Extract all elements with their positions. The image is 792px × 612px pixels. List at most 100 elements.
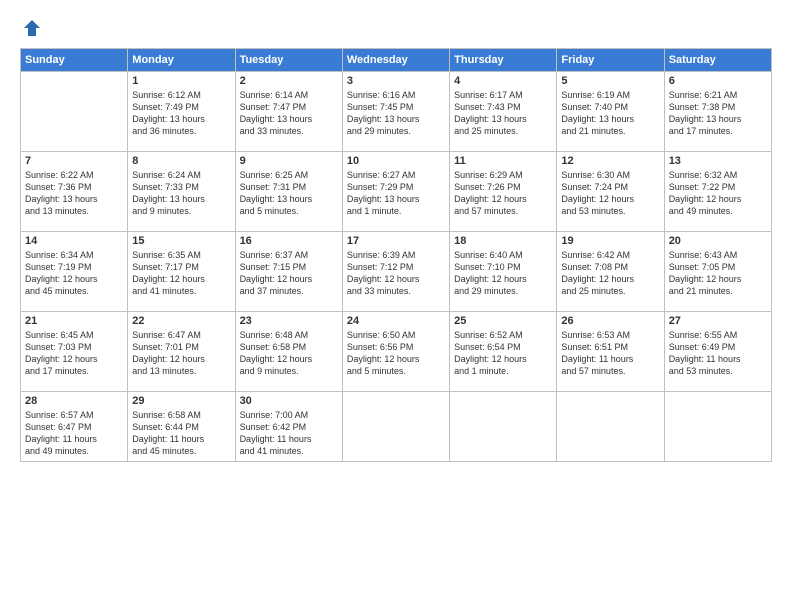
calendar-cell: 6 Sunrise: 6:21 AM Sunset: 7:38 PM Daylig… bbox=[664, 72, 771, 152]
calendar-cell: 30 Sunrise: 7:00 AM Sunset: 6:42 PM Dayli… bbox=[235, 392, 342, 462]
calendar-week-3: 14 Sunrise: 6:34 AM Sunset: 7:19 PM Dayli… bbox=[21, 232, 772, 312]
day-number: 13 bbox=[669, 155, 767, 167]
calendar-cell: 13 Sunrise: 6:32 AM Sunset: 7:22 PM Dayli… bbox=[664, 152, 771, 232]
calendar-week-4: 21 Sunrise: 6:45 AM Sunset: 7:03 PM Dayli… bbox=[21, 312, 772, 392]
day-info: Sunrise: 6:19 AM Sunset: 7:40 PM Dayligh… bbox=[561, 89, 659, 138]
day-info: Sunrise: 6:14 AM Sunset: 7:47 PM Dayligh… bbox=[240, 89, 338, 138]
day-number: 14 bbox=[25, 235, 123, 247]
calendar-cell: 3Sunrise: 6:16 AM Sunset: 7:45 PM Daylig… bbox=[342, 72, 449, 152]
day-number: 24 bbox=[347, 315, 445, 327]
calendar-week-2: 7 Sunrise: 6:22 AM Sunset: 7:36 PM Daylig… bbox=[21, 152, 772, 232]
calendar-header-monday: Monday bbox=[128, 49, 235, 72]
calendar-cell: 22 Sunrise: 6:47 AM Sunset: 7:01 PM Dayli… bbox=[128, 312, 235, 392]
calendar-cell: 14 Sunrise: 6:34 AM Sunset: 7:19 PM Dayli… bbox=[21, 232, 128, 312]
day-number: 19 bbox=[561, 235, 659, 247]
calendar-cell: 8 Sunrise: 6:24 AM Sunset: 7:33 PM Daylig… bbox=[128, 152, 235, 232]
day-info: Sunrise: 6:24 AM Sunset: 7:33 PM Dayligh… bbox=[132, 169, 230, 218]
day-info: Sunrise: 6:34 AM Sunset: 7:19 PM Dayligh… bbox=[25, 249, 123, 298]
calendar-header-row: SundayMondayTuesdayWednesdayThursdayFrid… bbox=[21, 49, 772, 72]
calendar-cell: 27 Sunrise: 6:55 AM Sunset: 6:49 PM Dayli… bbox=[664, 312, 771, 392]
calendar-cell: 11 Sunrise: 6:29 AM Sunset: 7:26 PM Dayli… bbox=[450, 152, 557, 232]
day-info: Sunrise: 6:53 AM Sunset: 6:51 PM Dayligh… bbox=[561, 329, 659, 378]
calendar-cell bbox=[342, 392, 449, 462]
calendar-cell: 7 Sunrise: 6:22 AM Sunset: 7:36 PM Daylig… bbox=[21, 152, 128, 232]
calendar-cell: 20 Sunrise: 6:43 AM Sunset: 7:05 PM Dayli… bbox=[664, 232, 771, 312]
day-number: 17 bbox=[347, 235, 445, 247]
day-number: 25 bbox=[454, 315, 552, 327]
day-number: 20 bbox=[669, 235, 767, 247]
day-number: 15 bbox=[132, 235, 230, 247]
day-info: Sunrise: 6:48 AM Sunset: 6:58 PM Dayligh… bbox=[240, 329, 338, 378]
day-info: Sunrise: 6:39 AM Sunset: 7:12 PM Dayligh… bbox=[347, 249, 445, 298]
day-number: 27 bbox=[669, 315, 767, 327]
day-info: Sunrise: 6:29 AM Sunset: 7:26 PM Dayligh… bbox=[454, 169, 552, 218]
day-info: Sunrise: 6:45 AM Sunset: 7:03 PM Dayligh… bbox=[25, 329, 123, 378]
calendar-header-tuesday: Tuesday bbox=[235, 49, 342, 72]
calendar-header-wednesday: Wednesday bbox=[342, 49, 449, 72]
logo bbox=[20, 18, 42, 38]
day-info: Sunrise: 6:17 AM Sunset: 7:43 PM Dayligh… bbox=[454, 89, 552, 138]
day-number: 8 bbox=[132, 155, 230, 167]
calendar-cell: 5 Sunrise: 6:19 AM Sunset: 7:40 PM Daylig… bbox=[557, 72, 664, 152]
day-number: 30 bbox=[240, 395, 338, 407]
calendar-header-friday: Friday bbox=[557, 49, 664, 72]
day-info: Sunrise: 6:52 AM Sunset: 6:54 PM Dayligh… bbox=[454, 329, 552, 378]
calendar-cell: 24 Sunrise: 6:50 AM Sunset: 6:56 PM Dayli… bbox=[342, 312, 449, 392]
day-info: Sunrise: 6:50 AM Sunset: 6:56 PM Dayligh… bbox=[347, 329, 445, 378]
day-info: Sunrise: 6:58 AM Sunset: 6:44 PM Dayligh… bbox=[132, 409, 230, 458]
day-info: Sunrise: 6:43 AM Sunset: 7:05 PM Dayligh… bbox=[669, 249, 767, 298]
calendar-cell: 18Sunrise: 6:40 AM Sunset: 7:10 PM Dayli… bbox=[450, 232, 557, 312]
calendar-cell: 28Sunrise: 6:57 AM Sunset: 6:47 PM Dayli… bbox=[21, 392, 128, 462]
day-info: Sunrise: 6:12 AM Sunset: 7:49 PM Dayligh… bbox=[132, 89, 230, 138]
day-info: Sunrise: 6:37 AM Sunset: 7:15 PM Dayligh… bbox=[240, 249, 338, 298]
calendar-week-1: 1 Sunrise: 6:12 AM Sunset: 7:49 PM Daylig… bbox=[21, 72, 772, 152]
day-number: 26 bbox=[561, 315, 659, 327]
calendar-cell: 4 Sunrise: 6:17 AM Sunset: 7:43 PM Daylig… bbox=[450, 72, 557, 152]
day-number: 22 bbox=[132, 315, 230, 327]
calendar-cell: 15 Sunrise: 6:35 AM Sunset: 7:17 PM Dayli… bbox=[128, 232, 235, 312]
header bbox=[20, 18, 772, 38]
day-info: Sunrise: 6:25 AM Sunset: 7:31 PM Dayligh… bbox=[240, 169, 338, 218]
calendar-cell: 9Sunrise: 6:25 AM Sunset: 7:31 PM Daylig… bbox=[235, 152, 342, 232]
calendar-cell: 16 Sunrise: 6:37 AM Sunset: 7:15 PM Dayli… bbox=[235, 232, 342, 312]
day-number: 5 bbox=[561, 75, 659, 87]
day-number: 21 bbox=[25, 315, 123, 327]
calendar-header-saturday: Saturday bbox=[664, 49, 771, 72]
day-number: 16 bbox=[240, 235, 338, 247]
calendar-cell: 26 Sunrise: 6:53 AM Sunset: 6:51 PM Dayli… bbox=[557, 312, 664, 392]
day-info: Sunrise: 6:32 AM Sunset: 7:22 PM Dayligh… bbox=[669, 169, 767, 218]
day-info: Sunrise: 6:35 AM Sunset: 7:17 PM Dayligh… bbox=[132, 249, 230, 298]
day-number: 1 bbox=[132, 75, 230, 87]
day-number: 4 bbox=[454, 75, 552, 87]
day-number: 18 bbox=[454, 235, 552, 247]
day-number: 7 bbox=[25, 155, 123, 167]
day-number: 11 bbox=[454, 155, 552, 167]
calendar-cell bbox=[664, 392, 771, 462]
calendar-cell: 29 Sunrise: 6:58 AM Sunset: 6:44 PM Dayli… bbox=[128, 392, 235, 462]
day-number: 2 bbox=[240, 75, 338, 87]
logo-icon bbox=[22, 18, 42, 38]
calendar: SundayMondayTuesdayWednesdayThursdayFrid… bbox=[20, 48, 772, 462]
day-number: 29 bbox=[132, 395, 230, 407]
calendar-cell: 1 Sunrise: 6:12 AM Sunset: 7:49 PM Daylig… bbox=[128, 72, 235, 152]
calendar-header-sunday: Sunday bbox=[21, 49, 128, 72]
day-info: Sunrise: 6:47 AM Sunset: 7:01 PM Dayligh… bbox=[132, 329, 230, 378]
day-number: 3 bbox=[347, 75, 445, 87]
day-info: Sunrise: 6:27 AM Sunset: 7:29 PM Dayligh… bbox=[347, 169, 445, 218]
day-number: 10 bbox=[347, 155, 445, 167]
calendar-cell bbox=[557, 392, 664, 462]
day-number: 6 bbox=[669, 75, 767, 87]
calendar-header-thursday: Thursday bbox=[450, 49, 557, 72]
day-info: Sunrise: 6:21 AM Sunset: 7:38 PM Dayligh… bbox=[669, 89, 767, 138]
day-number: 12 bbox=[561, 155, 659, 167]
calendar-cell bbox=[21, 72, 128, 152]
day-info: Sunrise: 6:42 AM Sunset: 7:08 PM Dayligh… bbox=[561, 249, 659, 298]
calendar-cell: 25 Sunrise: 6:52 AM Sunset: 6:54 PM Dayli… bbox=[450, 312, 557, 392]
day-info: Sunrise: 6:22 AM Sunset: 7:36 PM Dayligh… bbox=[25, 169, 123, 218]
day-number: 23 bbox=[240, 315, 338, 327]
day-info: Sunrise: 6:55 AM Sunset: 6:49 PM Dayligh… bbox=[669, 329, 767, 378]
page: SundayMondayTuesdayWednesdayThursdayFrid… bbox=[0, 0, 792, 612]
calendar-cell: 10 Sunrise: 6:27 AM Sunset: 7:29 PM Dayli… bbox=[342, 152, 449, 232]
day-info: Sunrise: 7:00 AM Sunset: 6:42 PM Dayligh… bbox=[240, 409, 338, 458]
calendar-cell: 17 Sunrise: 6:39 AM Sunset: 7:12 PM Dayli… bbox=[342, 232, 449, 312]
